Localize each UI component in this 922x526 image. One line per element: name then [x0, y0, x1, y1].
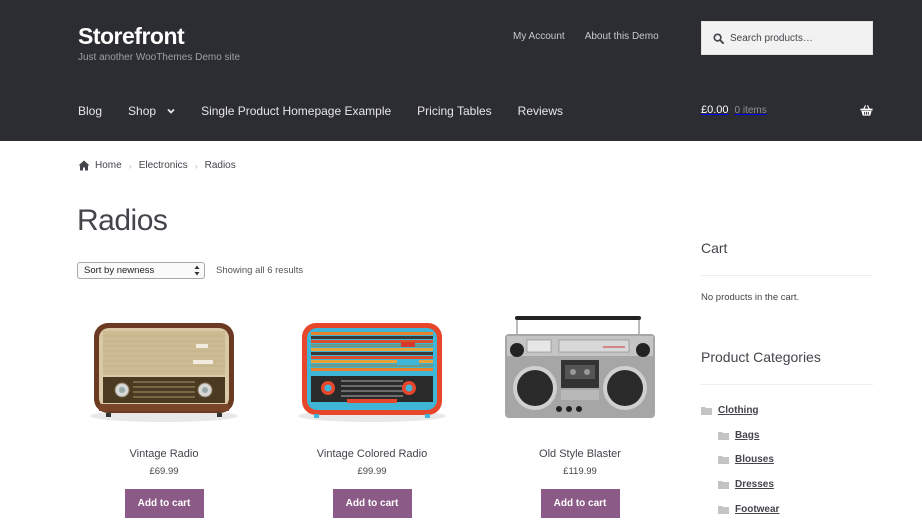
category-item: Bags	[701, 423, 779, 448]
breadcrumb: Home › Electronics › Radios	[78, 160, 236, 171]
folder-icon	[701, 406, 712, 415]
category-link-dresses[interactable]: Dresses	[735, 479, 774, 490]
header-cart[interactable]: £0.00 0 items	[701, 104, 873, 116]
category-link-blouses[interactable]: Blouses	[735, 454, 774, 465]
sort-select[interactable]: Sort by newness	[77, 262, 205, 279]
product-image-vintage-radio[interactable]	[79, 310, 249, 430]
chevron-down-icon	[167, 108, 175, 114]
site-description: Just another WooThemes Demo site	[78, 52, 241, 63]
category-list: Clothing Bags Blouses Dresses Footwear	[701, 398, 779, 521]
divider	[701, 384, 873, 385]
shop-sorting: Sort by newness Showing all 6 results	[77, 262, 303, 279]
result-count: Showing all 6 results	[216, 265, 304, 276]
cart-amount: £0.00	[701, 104, 729, 116]
category-link-bags[interactable]: Bags	[735, 430, 759, 441]
folder-icon	[718, 456, 729, 465]
product-price: £69.99	[149, 466, 179, 477]
product-title[interactable]: Vintage Radio	[79, 448, 249, 460]
nav-label: Pricing Tables	[417, 104, 492, 118]
product-search[interactable]	[701, 21, 873, 55]
category-item: Blouses	[701, 447, 779, 472]
category-link-clothing[interactable]: Clothing	[718, 405, 759, 416]
cart-empty-message: No products in the cart.	[701, 292, 800, 303]
site-header: Storefront Just another WooThemes Demo s…	[0, 0, 922, 141]
search-icon	[713, 32, 724, 44]
nav-label: Reviews	[517, 104, 564, 118]
category-item: Clothing	[701, 398, 779, 423]
category-item: Footwear	[701, 497, 779, 522]
product-price: £99.99	[357, 466, 387, 477]
home-icon	[78, 160, 90, 171]
search-input[interactable]	[730, 32, 870, 44]
breadcrumb-electronics[interactable]: Electronics	[139, 160, 188, 171]
cart-count: 0 items	[734, 104, 767, 116]
nav-my-account[interactable]: My Account	[513, 31, 565, 42]
sort-selected-value: Sort by newness	[84, 265, 155, 276]
product-image-old-style-blaster[interactable]	[495, 310, 665, 430]
nav-blog[interactable]: Blog	[78, 104, 102, 118]
breadcrumb-current: Radios	[204, 160, 236, 171]
product-title[interactable]: Old Style Blaster	[495, 448, 665, 460]
product-card: Vintage Radio £69.99 Add to cart	[79, 310, 249, 518]
nav-single-product-homepage[interactable]: Single Product Homepage Example	[201, 104, 391, 118]
product-price: £119.99	[563, 466, 597, 477]
basket-icon	[860, 105, 873, 116]
divider	[701, 275, 873, 276]
nav-label: Blog	[78, 104, 103, 118]
category-item: Dresses	[701, 472, 779, 497]
select-arrows-icon	[194, 265, 200, 276]
nav-pricing-tables[interactable]: Pricing Tables	[417, 104, 491, 118]
nav-label: Single Product Homepage Example	[201, 104, 392, 118]
folder-icon	[718, 505, 729, 514]
product-card: Vintage Colored Radio £99.99 Add to cart	[287, 310, 457, 518]
product-title[interactable]: Vintage Colored Radio	[287, 448, 457, 460]
categories-widget-title: Product Categories	[701, 349, 821, 365]
page-title: Radios	[77, 204, 168, 237]
add-to-cart-button[interactable]: Add to cart	[540, 489, 620, 518]
add-to-cart-button[interactable]: Add to cart	[124, 489, 204, 518]
primary-navigation: Blog Shop Single Product Homepage Exampl…	[78, 104, 589, 118]
category-link-footwear[interactable]: Footwear	[735, 504, 779, 515]
nav-reviews[interactable]: Reviews	[518, 104, 563, 118]
breadcrumb-home[interactable]: Home	[95, 160, 122, 171]
breadcrumb-separator: ›	[128, 160, 132, 171]
product-card: Old Style Blaster £119.99 Add to cart	[495, 310, 665, 518]
cart-widget-title: Cart	[701, 240, 728, 256]
nav-label: Shop	[128, 104, 157, 118]
site-branding: Storefront Just another WooThemes Demo s…	[78, 22, 240, 63]
folder-icon	[718, 431, 729, 440]
product-image-vintage-colored-radio[interactable]	[287, 310, 457, 430]
site-title[interactable]: Storefront	[78, 22, 240, 50]
folder-icon	[718, 480, 729, 489]
nav-shop[interactable]: Shop	[128, 104, 175, 118]
secondary-navigation: My Account About this Demo	[513, 31, 659, 42]
nav-about-demo[interactable]: About this Demo	[585, 31, 659, 42]
add-to-cart-button[interactable]: Add to cart	[332, 489, 412, 518]
breadcrumb-separator: ›	[194, 160, 198, 171]
